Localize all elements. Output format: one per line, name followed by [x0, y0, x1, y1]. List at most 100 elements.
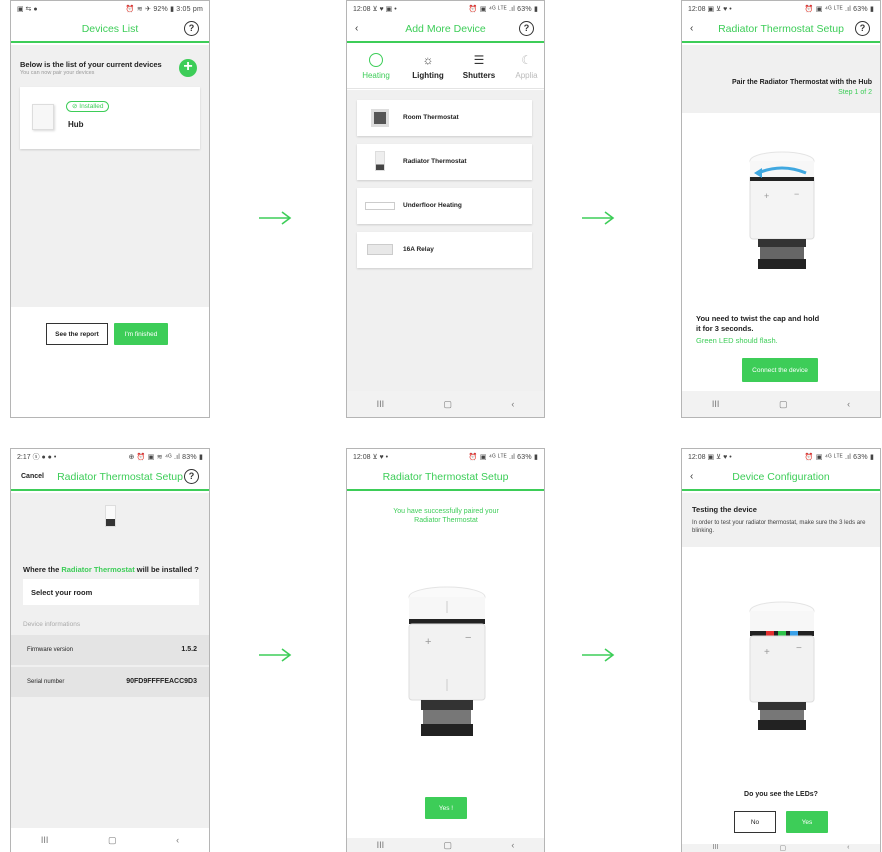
help-icon[interactable]: ? [184, 469, 199, 484]
thermostat-leds-illustration: + − [749, 601, 815, 730]
home-button[interactable]: ▢ [443, 840, 452, 851]
status-left: 2:17 ⓢ ● ● • [17, 454, 57, 461]
see-report-button[interactable]: See the report [46, 323, 108, 345]
status-left: ▣ ⇆ ● [17, 6, 38, 13]
tab-shutters[interactable]: ☰ Shutters [457, 53, 501, 80]
list-subheading: You can now pair your devices [20, 70, 95, 76]
page-title: Device Configuration [732, 471, 830, 483]
flow-arrow-right-icon [259, 211, 292, 225]
shutter-icon: ☰ [473, 53, 485, 67]
device-name: Hub [68, 120, 84, 129]
device-type-16a-relay[interactable]: 16A Relay [357, 232, 532, 268]
back-icon[interactable]: ‹ [690, 23, 693, 34]
tab-appliances[interactable]: ☾ Applia [509, 53, 544, 80]
step-indicator: Step 1 of 2 [838, 89, 872, 96]
recent-apps-button[interactable]: III [377, 399, 385, 409]
app-bar: ‹ Device Configuration [682, 465, 880, 491]
testing-title: Testing the device [692, 505, 757, 514]
flow-arrow-right-icon [582, 211, 615, 225]
testing-description: In order to test your radiator thermosta… [692, 520, 866, 534]
device-type-underfloor-heating[interactable]: Underfloor Heating [357, 188, 532, 224]
question-device: Radiator Thermostat [61, 565, 135, 574]
home-button[interactable]: ▢ [443, 399, 452, 410]
recent-apps-button[interactable]: III [41, 835, 49, 845]
help-icon[interactable]: ? [855, 21, 870, 36]
page-title: Radiator Thermostat Setup [718, 23, 844, 35]
add-device-button[interactable]: + [179, 58, 197, 77]
system-nav-bar: III ▢ ‹ [347, 838, 544, 852]
help-icon[interactable]: ? [184, 21, 199, 36]
svg-text:+: + [425, 636, 431, 648]
recent-apps-button[interactable]: III [712, 399, 720, 409]
list-heading: Below is the list of your current device… [20, 60, 162, 69]
appliance-icon: ☾ [521, 53, 532, 67]
device-type-label: Room Thermostat [403, 114, 459, 121]
category-tabs: Heating ☼ Lighting ☰ Shutters ☾ Applia [347, 45, 544, 89]
device-type-label: Radiator Thermostat [403, 158, 467, 165]
app-bar: ‹ Add More Device ? [347, 17, 544, 43]
app-bar: ‹ Radiator Thermostat Setup ? [682, 17, 880, 43]
hub-image [32, 104, 54, 130]
status-right: ⏰ ▣ ⁴ᴳ ᴸᵀᴱ .ıl 63% ▮ [468, 6, 538, 13]
device-type-room-thermostat[interactable]: Room Thermostat [357, 100, 532, 136]
page-title: Add More Device [405, 23, 486, 35]
app-bar: Devices List ? [11, 17, 209, 43]
status-right: ⏰ ▣ ⁴ᴳ ᴸᵀᴱ .ıl 63% ▮ [468, 454, 538, 461]
testing-header: Testing the device In order to test your… [682, 493, 880, 547]
device-info-label: Device informations [23, 621, 81, 628]
room-select[interactable]: Select your room [23, 579, 199, 605]
status-left: 12:08 ▣ ⊻ ♥ • [688, 6, 732, 13]
flow-arrow-right-icon [582, 648, 615, 662]
tab-heating[interactable]: Heating [357, 53, 395, 80]
thermostat-illustration: + − [408, 586, 486, 736]
yes-button[interactable]: Yes [786, 811, 828, 833]
twist-instruction: You need to twist the cap and hold it fo… [696, 314, 820, 333]
device-card-hub[interactable]: ⊘ Installed Hub [20, 87, 200, 149]
led-hint: Green LED should flash. [696, 336, 778, 345]
page-title: Radiator Thermostat Setup [57, 471, 183, 483]
home-button[interactable]: ▢ [108, 835, 117, 846]
status-bar: 12:08 ⊻ ♥ ▣ • ⏰ ▣ ⁴ᴳ ᴸᵀᴱ .ıl 63% ▮ [347, 1, 544, 17]
app-bar: Radiator Thermostat Setup [347, 465, 544, 491]
device-type-list: Room Thermostat Radiator Thermostat Unde… [347, 90, 544, 392]
recent-apps-button[interactable]: III [377, 840, 385, 850]
status-bar: 2:17 ⓢ ● ● • ⊕ ⏰ ▣ ≋ ⁴ᴳ .ıl 83% ▮ [11, 449, 209, 465]
back-button[interactable]: ‹ [511, 399, 514, 409]
home-button[interactable]: ▢ [779, 844, 786, 852]
svg-text:+: + [764, 191, 769, 201]
serial-label: Serial number [27, 679, 65, 685]
installed-badge: ⊘ Installed [66, 101, 110, 112]
finished-button[interactable]: I'm finished [114, 323, 168, 345]
plus-icon: + [183, 58, 193, 75]
device-type-radiator-thermostat[interactable]: Radiator Thermostat [357, 144, 532, 180]
led-question: Do you see the LEDs? [744, 791, 818, 798]
recent-apps-button[interactable]: III [713, 844, 719, 851]
screen-devices-list: ▣ ⇆ ● ⏰ ≋ ✈ 92% ▮ 3:05 pm Devices List ?… [10, 0, 210, 418]
app-bar: Cancel Radiator Thermostat Setup ? [11, 465, 209, 491]
back-button[interactable]: ‹ [176, 835, 179, 845]
cancel-button[interactable]: Cancel [21, 473, 44, 480]
status-bar: 12:08 ▣ ⊻ ♥ • ⏰ ▣ ⁴ᴳ ᴸᵀᴱ .ıl 63% ▮ [682, 1, 880, 17]
tab-label: Lighting [412, 71, 444, 80]
connect-device-button[interactable]: Connect the device [742, 358, 818, 382]
room-setup-area: Where the Radiator Thermostat will be in… [11, 493, 209, 829]
no-button[interactable]: No [734, 811, 776, 833]
back-icon[interactable]: ‹ [690, 471, 693, 482]
question-text-end: will be installed ? [134, 565, 199, 574]
back-button[interactable]: ‹ [847, 844, 849, 851]
tab-lighting[interactable]: ☼ Lighting [407, 53, 449, 80]
tab-label: Applia [515, 71, 538, 80]
status-left: 12:08 ▣ ⊻ ♥ • [688, 454, 732, 461]
svg-text:+: + [764, 647, 770, 658]
back-icon[interactable]: ‹ [355, 23, 358, 34]
home-button[interactable]: ▢ [779, 399, 788, 410]
back-button[interactable]: ‹ [511, 840, 514, 850]
screen-pair-thermostat: 12:08 ▣ ⊻ ♥ • ⏰ ▣ ⁴ᴳ ᴸᵀᴱ .ıl 63% ▮ ‹ Rad… [681, 0, 881, 418]
help-icon[interactable]: ? [519, 21, 534, 36]
svg-text:−: − [465, 632, 471, 644]
status-bar: 12:08 ⊻ ♥ • ⏰ ▣ ⁴ᴳ ᴸᵀᴱ .ıl 63% ▮ [347, 449, 544, 465]
back-button[interactable]: ‹ [847, 399, 850, 409]
status-right: ⏰ ▣ ⁴ᴳ ᴸᵀᴱ .ıl 63% ▮ [804, 454, 874, 461]
yes-button[interactable]: Yes ! [425, 797, 467, 819]
red-led [766, 631, 774, 636]
